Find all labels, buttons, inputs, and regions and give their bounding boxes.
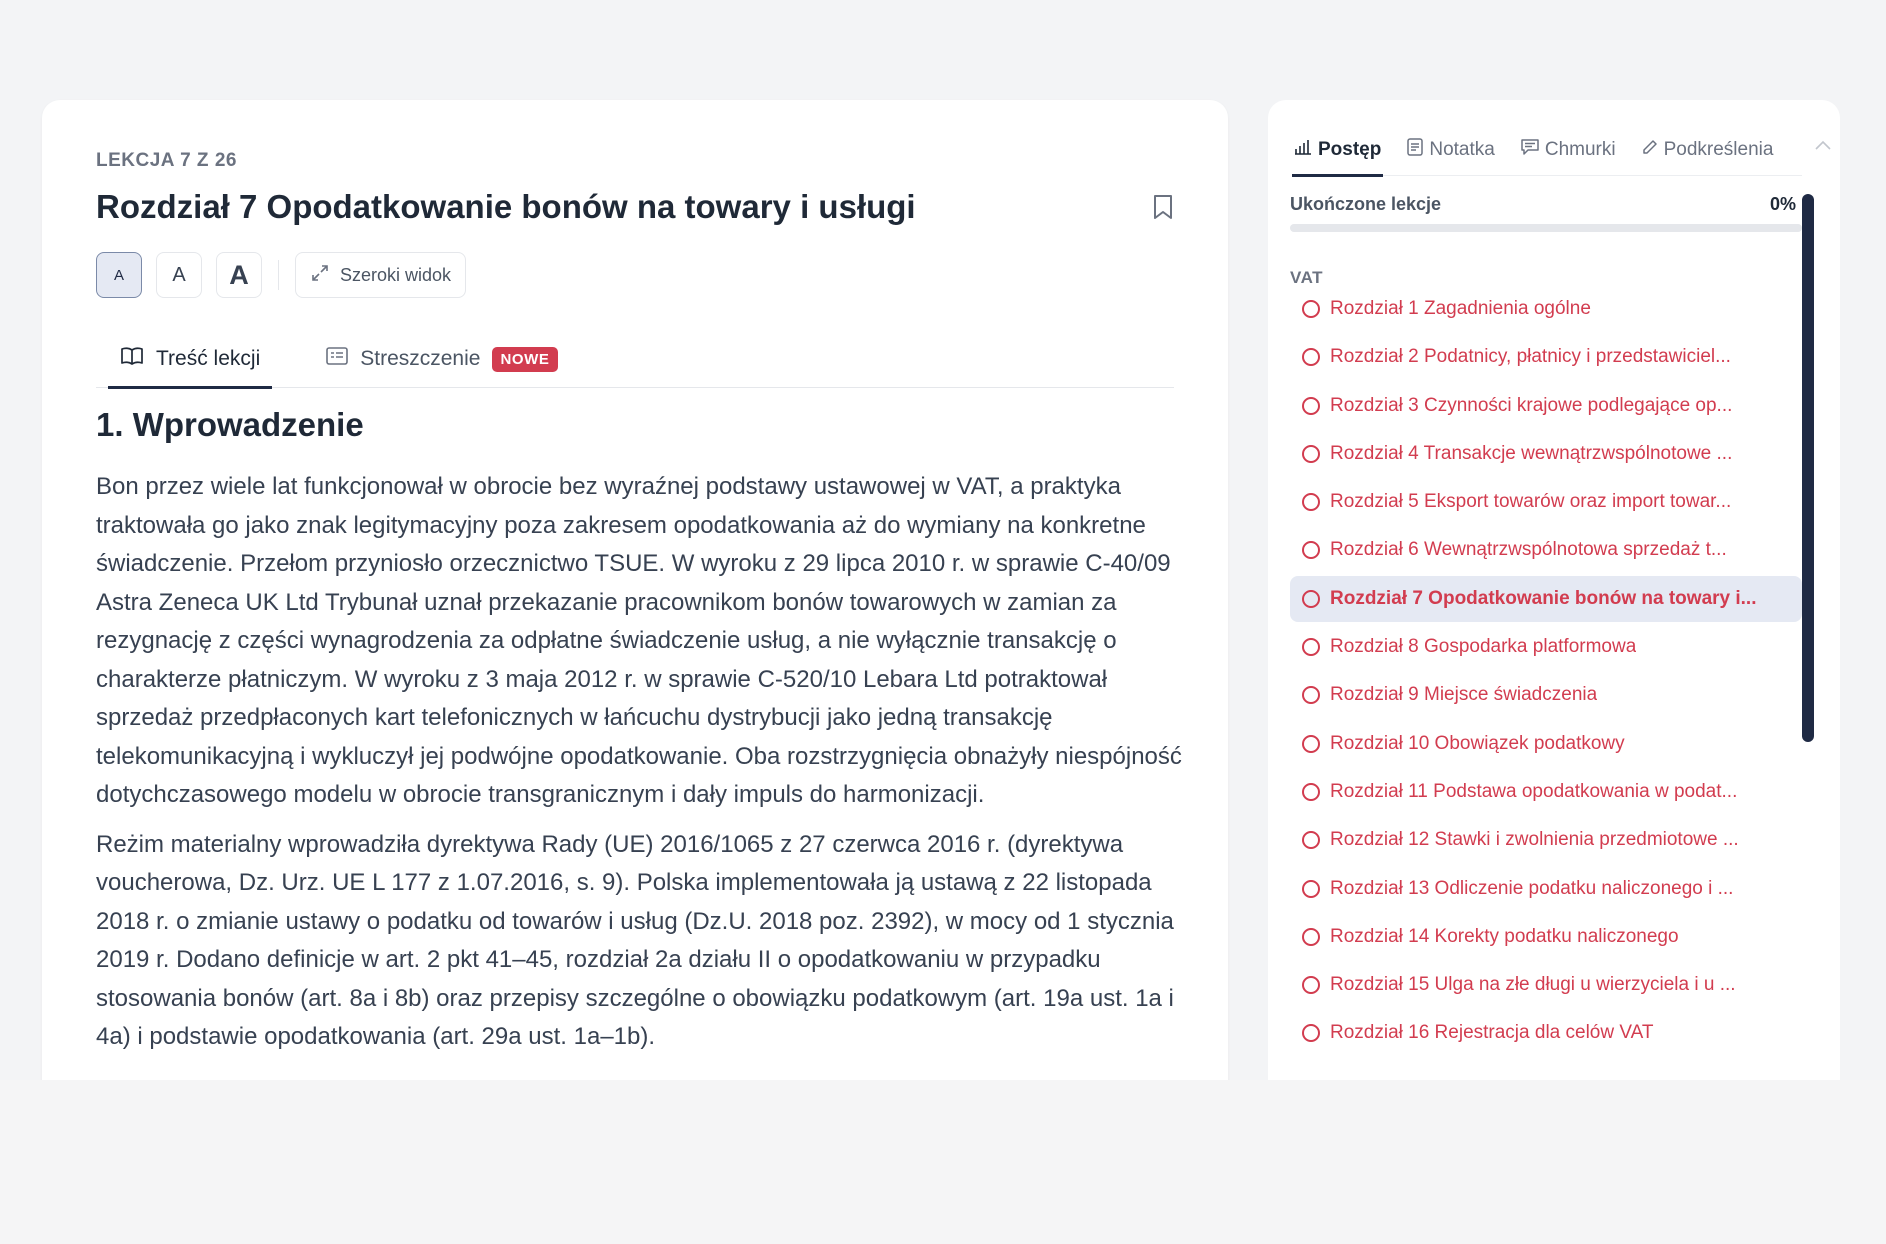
chapter-label: Rozdział 7 Opodatkowanie bonów na towary… [1330,587,1757,609]
tab-lesson-content[interactable]: Treść lekcji [108,330,273,389]
tab-highlights[interactable]: Podkreślenia [1640,124,1776,176]
chapter-label: Rozdział 3 Czynności krajowe podlegające… [1330,394,1733,416]
chevron-up-icon[interactable] [1814,138,1834,158]
chapter-label: Rozdział 14 Korekty podatku naliczonego [1330,925,1679,947]
chapter-label: Rozdział 8 Gospodarka platformowa [1330,636,1637,658]
circle-icon [1302,638,1320,657]
chapter-label: Rozdział 9 Miejsce świadczenia [1330,684,1598,706]
tab-lesson-content-label: Treść lekcji [156,347,261,370]
summary-icon [326,347,349,371]
progress-bar [1290,224,1802,232]
chapter-item[interactable]: Rozdział 16 Rejestracja dla celów VAT [1290,1010,1802,1056]
chapter-item[interactable]: Rozdział 3 Czynności krajowe podlegające… [1290,383,1802,429]
progress-value: 0% [1770,194,1797,214]
chapter-item[interactable]: Rozdział 10 Obowiązek podatkowy [1290,721,1802,767]
circle-icon [1302,831,1320,850]
progress-label: Ukończone lekcje [1290,194,1442,214]
circle-icon [1302,879,1320,898]
chapter-item[interactable]: Rozdział 5 Eksport towarów oraz import t… [1290,479,1802,525]
chapter-item[interactable]: Rozdział 15 Ulga na złe długi u wierzyci… [1290,962,1802,1008]
chapter-label: Rozdział 2 Podatnicy, płatnicy i przedst… [1330,346,1731,368]
chapter-label: Rozdział 6 Wewnątrzwspólnotowa sprzedaż … [1330,539,1727,561]
chapter-item[interactable]: Rozdział 14 Korekty podatku naliczonego [1290,914,1802,960]
circle-icon [1302,348,1320,367]
circle-icon [1302,541,1320,560]
reading-toolbar: A A A Szeroki widok [96,252,467,298]
lesson-title: Rozdział 7 Opodatkowanie bonów na towary… [96,188,916,225]
page-background [0,1080,1886,1244]
font-size-small-button[interactable]: A [96,252,142,298]
chapter-label: Rozdział 10 Obowiązek podatkowy [1330,732,1625,754]
circle-icon [1302,589,1320,608]
book-icon [120,346,144,372]
lesson-panel: LEKCJA 7 Z 26 Rozdział 7 Opodatkowanie b… [42,100,1228,1080]
chapter-label: Rozdział 1 Zagadnienia ogólne [1330,298,1591,319]
chapter-item[interactable]: Rozdział 11 Podstawa opodatkowania w pod… [1290,769,1802,815]
chapter-label: Rozdział 16 Rejestracja dla celów VAT [1330,1022,1654,1044]
circle-icon [1302,493,1320,512]
bar-chart-icon [1294,139,1312,161]
bookmark-icon[interactable] [1152,194,1178,224]
chapter-label: Rozdział 15 Ulga na złe długi u wierzyci… [1330,974,1736,996]
chapter-label: Rozdział 5 Eksport towarów oraz import t… [1330,491,1732,513]
wide-view-button[interactable]: Szeroki widok [295,252,467,298]
circle-icon [1302,444,1320,463]
font-size-medium-button[interactable]: A [156,252,202,298]
tab-summary-label: Streszczenie [360,347,481,370]
chapter-item[interactable]: Rozdział 8 Gospodarka platformowa [1290,624,1802,670]
tab-summary[interactable]: Streszczenie NOWE [314,330,569,388]
chapter-item[interactable]: Rozdział 9 Miejsce świadczenia [1290,672,1802,718]
tab-clouds[interactable]: Chmurki [1519,124,1618,176]
chapter-group-label: VAT [1290,268,1323,287]
circle-icon [1302,686,1320,705]
tab-highlights-label: Podkreślenia [1663,139,1774,160]
paragraph: Bon przez wiele lat funkcjonował w obroc… [96,473,1182,808]
chapter-item[interactable]: Rozdział 6 Wewnątrzwspólnotowa sprzedaż … [1290,527,1802,573]
chapter-label: Rozdział 13 Odliczenie podatku naliczone… [1330,877,1734,899]
section-heading: 1. Wprowadzenie [96,406,364,443]
paragraph: Reżim materialny wprowadziła dyrektywa R… [96,830,1174,1051]
circle-icon [1302,300,1320,318]
tab-note-label: Notatka [1429,139,1495,160]
circle-icon [1302,734,1320,753]
font-size-large-button[interactable]: A [216,252,262,298]
lesson-counter: LEKCJA 7 Z 26 [96,150,237,171]
chapter-list: Rozdział 1 Zagadnienia ogólne Rozdział 2 … [1290,286,1802,1059]
side-panel: Postęp Notatka Chmurki Podkreślenia Ukoń… [1268,100,1840,1080]
toolbar-divider [278,260,279,290]
lesson-content: Bon przez wiele lat funkcjonował w obroc… [96,468,1186,1068]
chapter-label: Rozdział 4 Transakcje wewnątrzwspólnotow… [1330,442,1733,464]
chapter-item[interactable]: Rozdział 13 Odliczenie podatku naliczone… [1290,866,1802,912]
tab-progress[interactable]: Postęp [1292,124,1384,177]
circle-icon [1302,782,1320,801]
circle-icon [1302,976,1320,995]
pencil-icon [1642,139,1658,161]
circle-icon [1302,1024,1320,1043]
scrollbar-thumb[interactable] [1802,194,1814,742]
tab-clouds-label: Chmurki [1544,139,1616,160]
wide-view-label: Szeroki widok [340,264,452,285]
chapter-label: Rozdział 11 Podstawa opodatkowania w pod… [1330,780,1738,802]
chapter-label: Rozdział 12 Stawki i zwolnienia przedmio… [1330,829,1739,851]
chapter-item[interactable]: Rozdział 7 Opodatkowanie bonów na towary… [1290,575,1802,622]
circle-icon [1302,927,1320,946]
note-icon [1407,138,1424,162]
circle-icon [1302,396,1320,415]
chapter-item[interactable]: Rozdział 4 Transakcje wewnątrzwspólnotow… [1290,431,1802,477]
new-badge: NOWE [492,346,558,372]
comment-icon [1521,139,1539,161]
chapter-item[interactable]: Rozdział 1 Zagadnienia ogólne [1290,286,1802,332]
tab-note[interactable]: Notatka [1405,124,1496,176]
chapter-item[interactable]: Rozdział 2 Podatnicy, płatnicy i przedst… [1290,334,1802,380]
side-tabs: Postęp Notatka Chmurki Podkreślenia [1292,124,1802,177]
expand-icon [310,263,330,288]
lesson-tabs: Treść lekcji Streszczenie NOWE [96,330,1174,389]
chapter-item[interactable]: Rozdział 12 Stawki i zwolnienia przedmio… [1290,817,1802,863]
tab-progress-label: Postęp [1318,139,1382,160]
